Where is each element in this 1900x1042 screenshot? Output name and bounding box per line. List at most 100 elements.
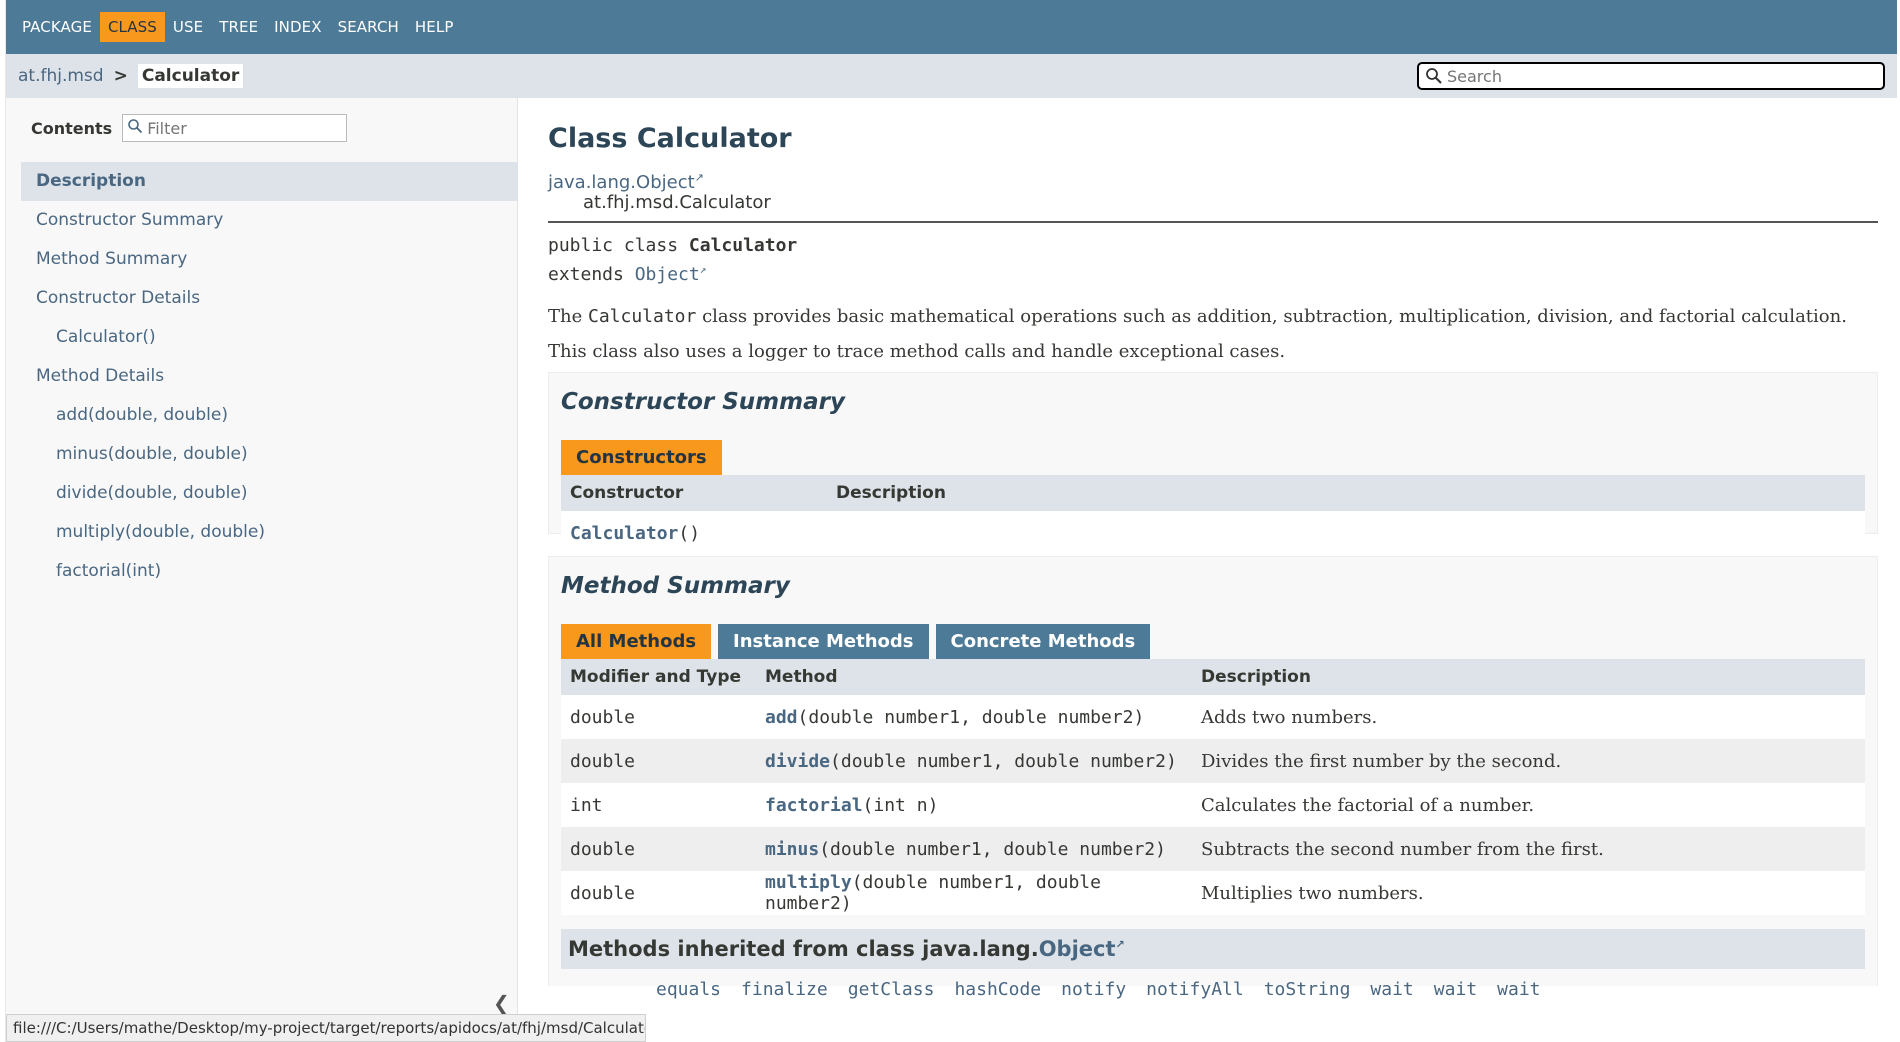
browser-status-url: file:///C:/Users/mathe/Desktop/my-projec… — [6, 1014, 646, 1042]
table-row: double minus(double number1, double numb… — [561, 827, 1865, 871]
col-method: Method — [756, 659, 1192, 695]
col-modifier: Modifier and Type — [561, 659, 756, 695]
top-nav-bar: PACKAGE CLASS USE TREE INDEX SEARCH HELP — [6, 0, 1897, 54]
method-desc: Multiplies two numbers. — [1192, 871, 1865, 915]
toc-item-factorial[interactable]: factorial(int) — [21, 552, 518, 591]
method-link-minus[interactable]: minus — [765, 839, 819, 860]
toc-item-multiply[interactable]: multiply(double, double) — [21, 513, 518, 552]
inherited-method-link[interactable]: equals — [656, 979, 721, 1000]
table-row: Calculator() — [561, 511, 1865, 555]
tab-concrete-methods[interactable]: Concrete Methods — [935, 624, 1151, 659]
method-link-divide[interactable]: divide — [765, 751, 830, 772]
breadcrumb-current: Calculator — [137, 64, 244, 88]
inherited-method-link[interactable]: hashCode — [954, 979, 1041, 1000]
sig-extends: extends — [548, 264, 635, 285]
toc-item-add[interactable]: add(double, double) — [21, 396, 518, 435]
toc-item-constructor-details[interactable]: Constructor Details — [21, 279, 518, 318]
toc-item-description[interactable]: Description — [21, 162, 518, 201]
method-params: (int n) — [862, 794, 939, 816]
inherited-prefix: Methods inherited from class java.lang. — [568, 937, 1039, 961]
breadcrumb-package[interactable]: at.fhj.msd — [18, 66, 104, 86]
tab-instance-methods[interactable]: Instance Methods — [718, 624, 929, 659]
table-row: double multiply(double number1, double n… — [561, 871, 1865, 915]
inherited-methods-heading: Methods inherited from class java.lang.O… — [561, 929, 1865, 969]
nav-package[interactable]: PACKAGE — [14, 12, 100, 42]
external-link-icon: ↗ — [699, 263, 707, 276]
contents-label: Contents — [31, 118, 113, 138]
inherited-method-link[interactable]: finalize — [741, 979, 828, 1000]
nav-search[interactable]: SEARCH — [330, 12, 407, 42]
method-summary-section: Method Summary All Methods Instance Metho… — [548, 556, 1878, 1000]
inherited-method-link[interactable]: wait — [1434, 979, 1477, 1000]
external-link-icon: ↗ — [694, 171, 704, 184]
method-desc: Adds two numbers. — [1192, 695, 1865, 739]
constructor-summary-section: Constructor Summary Constructors Constru… — [548, 372, 1878, 555]
method-link-factorial[interactable]: factorial — [765, 795, 863, 816]
nav-use[interactable]: USE — [165, 12, 211, 42]
inherited-method-link[interactable]: notifyAll — [1146, 979, 1244, 1000]
inherited-method-link[interactable]: notify — [1061, 979, 1126, 1000]
toc-item-method-summary[interactable]: Method Summary — [21, 240, 518, 279]
toc-item-divide[interactable]: divide(double, double) — [21, 474, 518, 513]
toc-item-constructor-summary[interactable]: Constructor Summary — [21, 201, 518, 240]
class-description: The Calculator class provides basic math… — [548, 305, 1878, 329]
method-link-multiply[interactable]: multiply — [765, 872, 852, 893]
sig-class-name: Calculator — [688, 235, 798, 256]
constructor-table: Constructor Description Calculator() — [561, 475, 1865, 555]
method-desc: Subtracts the second number from the fir… — [1192, 827, 1865, 871]
filter-search-icon — [127, 118, 143, 138]
collapse-sidebar-icon[interactable]: ❮ — [493, 991, 510, 1015]
constructor-summary-heading: Constructor Summary — [561, 389, 845, 415]
filter-box[interactable] — [122, 114, 348, 142]
method-params: (double number1, double number2) — [797, 706, 1145, 728]
tab-all-methods[interactable]: All Methods — [561, 624, 712, 659]
filter-input[interactable] — [147, 118, 338, 138]
inherited-method-link[interactable]: toString — [1264, 979, 1351, 1000]
breadcrumb-separator: > — [113, 66, 128, 86]
external-link-icon: ↗ — [1115, 938, 1125, 951]
desc-code: Calculator — [587, 306, 697, 327]
method-desc: Calculates the factorial of a number. — [1192, 783, 1865, 827]
method-summary-heading: Method Summary — [561, 573, 790, 599]
table-row: double add(double number1, double number… — [561, 695, 1865, 739]
constructors-tab: Constructors — [561, 440, 722, 475]
desc-text: class provides basic mathematical operat… — [696, 306, 1847, 327]
nav-class: CLASS — [99, 12, 165, 42]
method-link-add[interactable]: add — [765, 707, 798, 728]
javadoc-page: PACKAGE CLASS USE TREE INDEX SEARCH HELP… — [5, 0, 1897, 1042]
col-description: Description — [1192, 659, 1865, 695]
col-description: Description — [827, 475, 1865, 511]
sig-modifiers: public class — [548, 235, 689, 256]
table-row: int factorial(int n) Calculates the fact… — [561, 783, 1865, 827]
toc-item-minus[interactable]: minus(double, double) — [21, 435, 518, 474]
sig-object-link[interactable]: Object — [635, 264, 700, 285]
inherited-method-link[interactable]: wait — [1497, 979, 1540, 1000]
method-type: double — [561, 695, 756, 739]
parent-class-link[interactable]: java.lang.Object — [548, 172, 695, 193]
method-type: double — [561, 827, 756, 871]
col-constructor: Constructor — [561, 475, 827, 511]
method-type: int — [561, 783, 756, 827]
inherited-method-link[interactable]: wait — [1370, 979, 1413, 1000]
search-box[interactable] — [1417, 62, 1885, 90]
method-type: double — [561, 871, 756, 915]
nav-help[interactable]: HELP — [407, 12, 462, 42]
contents-header: Contents — [31, 114, 348, 142]
inherited-method-link[interactable]: getClass — [848, 979, 935, 1000]
method-type: double — [561, 739, 756, 783]
inherited-object-link[interactable]: Object — [1039, 937, 1116, 961]
main-content: Class Calculator java.lang.Object↗ at.fh… — [548, 98, 1878, 1000]
search-icon — [1425, 67, 1443, 85]
nav-index[interactable]: INDEX — [266, 12, 329, 42]
divider — [548, 221, 1878, 223]
search-input[interactable] — [1447, 66, 1867, 86]
constructor-link[interactable]: Calculator — [570, 523, 678, 544]
toc-item-calculator-constructor[interactable]: Calculator() — [21, 318, 518, 357]
sidebar-toc: Contents Description Constructor Summary… — [6, 98, 518, 1042]
inherited-methods-list: equals finalize getClass hashCode notify noti… — [561, 969, 1865, 1000]
class-description-2: This class also uses a logger to trace m… — [548, 341, 1286, 362]
nav-tree[interactable]: TREE — [211, 12, 266, 42]
table-row: double divide(double number1, double num… — [561, 739, 1865, 783]
toc-item-method-details[interactable]: Method Details — [21, 357, 518, 396]
toc-list: Description Constructor Summary Method S… — [21, 162, 518, 591]
